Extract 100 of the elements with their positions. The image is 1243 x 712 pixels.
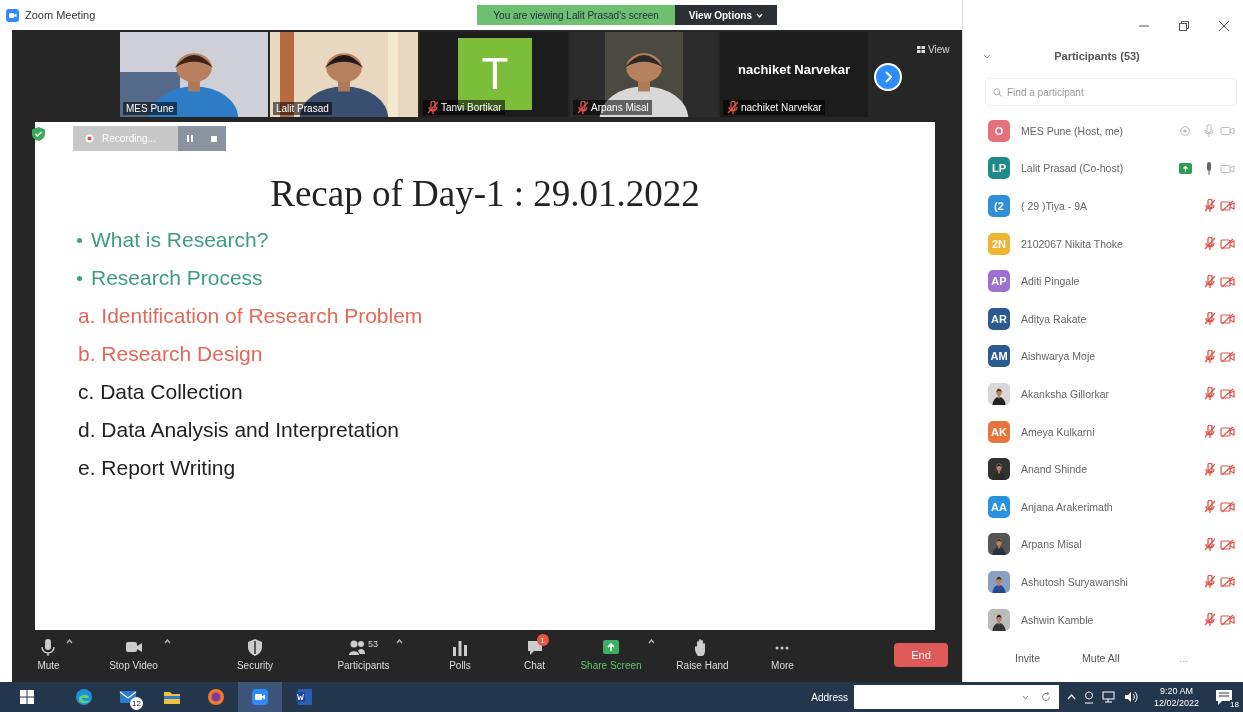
chevron-down-icon[interactable] bbox=[1021, 694, 1029, 700]
video-off-icon bbox=[1220, 613, 1235, 626]
slide-item: e. Report Writing bbox=[78, 455, 236, 481]
speaker-icon[interactable] bbox=[1123, 691, 1138, 703]
hand-button[interactable]: Raise Hand bbox=[676, 639, 729, 671]
participant-name: ( 29 )Tiya - 9A bbox=[1021, 200, 1089, 212]
slide-item: What is Research? bbox=[91, 227, 269, 253]
restore-icon[interactable] bbox=[1179, 21, 1189, 31]
caret-icon[interactable] bbox=[395, 639, 403, 644]
polls-button[interactable]: Polls bbox=[449, 639, 471, 671]
participant-label: Arpans Misal bbox=[591, 102, 649, 113]
participant-name: MES Pune (Host, me) bbox=[1021, 124, 1125, 137]
notifications-button[interactable]: 18 bbox=[1215, 686, 1237, 708]
caret-icon[interactable] bbox=[163, 639, 171, 644]
participant-name: Anand Shinde bbox=[1021, 463, 1088, 476]
video-off-icon bbox=[1220, 349, 1235, 363]
pause-button[interactable] bbox=[177, 126, 202, 151]
video-off-icon bbox=[1220, 575, 1235, 589]
video-tile[interactable]: nachiket Narvekar nachiket Narvekar bbox=[720, 32, 868, 117]
clock-time[interactable]: 9:20 AM bbox=[1159, 685, 1193, 697]
video-off-icon bbox=[1220, 312, 1235, 326]
video-off-icon bbox=[1220, 237, 1235, 251]
search-field[interactable]: Find a participant bbox=[985, 78, 1237, 106]
chevron-down-icon[interactable] bbox=[983, 53, 991, 59]
slide-title: Recap of Day-1 : 29.01.2022 bbox=[270, 172, 700, 215]
video-off-icon bbox=[1220, 462, 1235, 476]
search-icon bbox=[993, 88, 1002, 97]
participant-name: 2102067 Nikita Thoke bbox=[1021, 237, 1124, 250]
network-icon[interactable] bbox=[1101, 691, 1116, 703]
stop-icon bbox=[210, 135, 217, 142]
pause-icon bbox=[186, 135, 193, 142]
security-button[interactable]: Security bbox=[236, 639, 274, 671]
participant-name: Lalit Prasad (Co-host) bbox=[1021, 162, 1125, 175]
notification-badge: 12 bbox=[130, 697, 143, 710]
invite-button[interactable]: Invite bbox=[1015, 652, 1041, 665]
view-options-button[interactable]: View Options bbox=[674, 5, 777, 25]
taskbar-app[interactable]: 12 bbox=[106, 682, 150, 712]
participant-label: nachiket Narvekar bbox=[741, 102, 822, 113]
avatar-initials: LP bbox=[988, 157, 1010, 180]
viewing-banner: You are viewing Lalit Prasad's screen bbox=[477, 5, 675, 25]
chevron-right-icon bbox=[884, 71, 892, 83]
participant-name: Ameya Kulkarni bbox=[1021, 425, 1096, 438]
participant-name: Aditya Rakate bbox=[1021, 312, 1088, 325]
more-button[interactable]: More bbox=[771, 639, 794, 671]
refresh-icon[interactable] bbox=[1040, 692, 1051, 702]
address-label: Address bbox=[811, 691, 848, 703]
zoom-logo-icon bbox=[6, 8, 19, 22]
caret-icon bbox=[756, 12, 763, 18]
share-button[interactable]: Share Screen bbox=[580, 639, 642, 671]
more-icon bbox=[775, 646, 790, 650]
participant-name: Aditi Pingale bbox=[1021, 275, 1081, 288]
camera-icon[interactable] bbox=[1083, 690, 1094, 704]
participant-label: MES Pune bbox=[126, 103, 174, 114]
chevron-up-icon[interactable] bbox=[1066, 694, 1076, 700]
browser-icon bbox=[75, 688, 93, 706]
avatar-initials: AA bbox=[988, 495, 1010, 518]
slide-item: Research Process bbox=[91, 265, 263, 291]
address-field[interactable] bbox=[853, 685, 1059, 709]
video-off-icon bbox=[1220, 387, 1235, 401]
video-camera-icon bbox=[251, 688, 269, 706]
avatar-initials: 2N bbox=[988, 232, 1010, 255]
slide-item: d. Data Analysis and Interpretation bbox=[78, 417, 400, 443]
chat-button[interactable]: 1 Chat bbox=[521, 633, 554, 671]
view-button[interactable]: View bbox=[917, 44, 950, 55]
microphone-icon bbox=[40, 639, 57, 656]
notification-count: 18 bbox=[1230, 700, 1239, 709]
participant-label: Tanvi Bortikar bbox=[441, 102, 502, 113]
video-off-icon bbox=[1220, 274, 1235, 288]
mic-button[interactable]: Mute bbox=[37, 639, 60, 671]
caret-icon[interactable] bbox=[647, 639, 655, 644]
video-button[interactable]: Stop Video bbox=[109, 639, 158, 671]
taskbar-app[interactable] bbox=[238, 682, 282, 712]
mute-all-button[interactable]: Mute All bbox=[1082, 652, 1120, 665]
avatar-initials: (2 bbox=[988, 195, 1010, 217]
participant-count: 53 bbox=[368, 639, 378, 649]
video-camera-icon bbox=[1220, 124, 1235, 138]
video-off-icon bbox=[1220, 537, 1235, 551]
people-icon bbox=[349, 639, 365, 656]
next-page-button[interactable] bbox=[874, 63, 902, 91]
close-icon[interactable] bbox=[1219, 21, 1229, 31]
caret-icon[interactable] bbox=[65, 639, 73, 644]
participant-name: Ashutosh Suryawanshi bbox=[1021, 575, 1129, 588]
window-title: Zoom Meeting bbox=[25, 9, 96, 21]
clock-date[interactable]: 12/02/2022 bbox=[1153, 697, 1199, 709]
avatar-initials: AR bbox=[988, 307, 1010, 330]
participant-name: Ashwin Kamble bbox=[1021, 613, 1095, 626]
end-button[interactable]: End bbox=[894, 643, 948, 667]
participant-name: nachiket Narvekar bbox=[737, 62, 851, 77]
participant-label: Lalit Prasad bbox=[276, 103, 329, 114]
windows-logo-icon[interactable] bbox=[20, 690, 34, 704]
video-off-icon bbox=[1220, 199, 1235, 213]
grid-icon bbox=[917, 46, 925, 53]
avatar-initials: AK bbox=[988, 420, 1010, 443]
stop-button[interactable] bbox=[201, 126, 226, 151]
speech-bubble-icon bbox=[526, 639, 543, 656]
people-button[interactable]: 53 Participants bbox=[337, 639, 390, 671]
record-icon bbox=[85, 134, 94, 143]
participant-name: Arpans Misal bbox=[1021, 538, 1083, 551]
avatar-initials: AM bbox=[988, 345, 1010, 368]
browser-icon bbox=[207, 688, 225, 706]
